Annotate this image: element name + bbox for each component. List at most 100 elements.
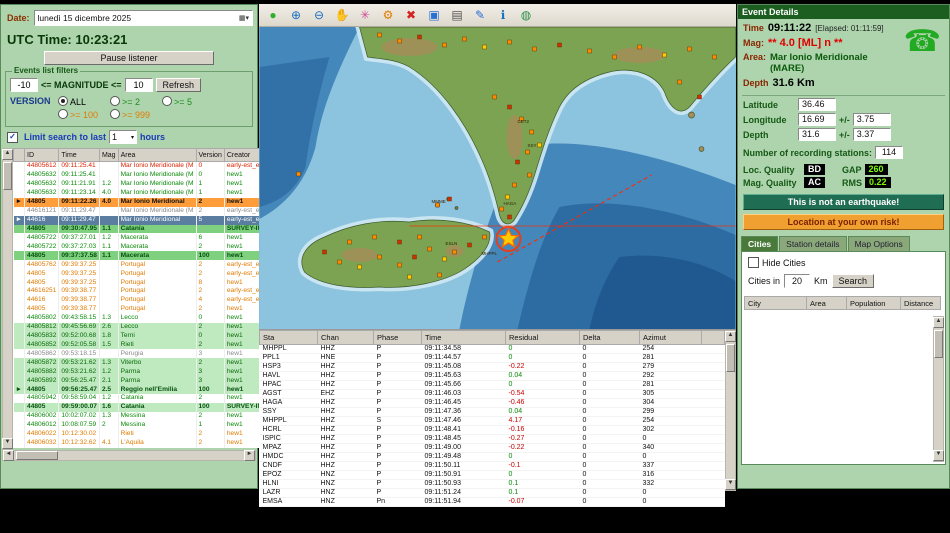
locate-own-risk-button[interactable]: Location at your own risk! [743,214,944,230]
edit-icon[interactable]: ✎ [470,5,490,25]
phone-icon[interactable]: ☎ [904,27,941,57]
cities-table-header[interactable]: City Area Population Distance [744,296,941,310]
event-row[interactable]: 44805 09:39:37.25 Portugal 8 hew1 [13,278,285,287]
pick-row[interactable]: SSY HHZ P 09:11:47.36 0.04 0 299 [259,407,725,417]
station-marker[interactable] [322,249,327,255]
station-marker[interactable] [397,38,402,44]
station-marker[interactable] [507,39,512,45]
pick-row[interactable]: HMDC HHZ P 09:11:49.48 0 0 0 [259,452,725,462]
event-row[interactable]: 44805892 09:56:25.47 2.1 Parma 3 hew1 [13,376,285,386]
station-marker[interactable] [507,104,512,110]
events-vertical-scrollbar[interactable]: ▲ ▼ [2,148,13,450]
station-marker[interactable] [482,234,487,240]
station-marker[interactable] [417,234,422,240]
station-marker[interactable] [467,242,472,248]
station-marker[interactable] [417,34,422,40]
station-marker[interactable] [527,172,532,178]
pick-row[interactable]: MPAZ HHZ P 09:11:49.00 -0.22 0 340 [259,443,725,453]
event-row[interactable]: 44805832 09:52:00.68 1.8 Terni 0 hew1 [13,331,285,341]
version-option[interactable]: >= 5 [162,96,214,107]
station-marker[interactable] [662,52,667,58]
event-row[interactable]: 44805612 09:11:25.41 Mar Ionio Meridionale… [13,161,285,171]
event-row[interactable]: 44805812 09:45:56.69 2.6 Lecco 2 hew1 [13,322,285,332]
print-icon[interactable]: ▤ [447,5,467,25]
station-marker[interactable] [427,246,432,252]
tab-station-details[interactable]: Station details [779,236,847,251]
station-marker[interactable] [337,259,342,265]
event-row[interactable]: 44805 09:37:37.58 1.1 Macerata 100 hew1 [13,251,285,261]
legend-icon[interactable]: ▣ [424,5,444,25]
station-marker[interactable] [507,214,512,220]
station-marker[interactable] [296,171,301,177]
calendar-dropdown-icon[interactable]: ▦▾ [239,14,249,22]
station-marker[interactable] [537,142,542,148]
events-horizontal-scrollbar[interactable]: ◄ ► [2,450,256,461]
magnitude-min-input[interactable] [10,78,38,92]
event-row[interactable]: 44805882 09:53:21.62 1.2 Parma 3 hew1 [13,367,285,377]
event-row[interactable]: 44806012 10:08:07.59 2 Messina 1 hew1 [13,420,285,430]
not-earthquake-button[interactable]: This is not an earthquake! [743,194,944,210]
station-marker[interactable] [377,32,382,38]
station-marker[interactable] [612,54,617,60]
pick-row[interactable]: HAVL HHZ P 09:11:45.63 0.04 0 292 [259,371,725,381]
event-row[interactable]: 44805 09:59:00.07 1.6 Catania 100 SURVEY-INGV… [13,402,285,412]
event-row[interactable]: 44806002 10:02:07.02 1.3 Messina 2 hew1 [13,411,285,421]
limit-hours-select[interactable]: 1 ▾ [109,130,138,144]
connect-icon[interactable]: ● [263,5,283,25]
station-marker[interactable] [397,239,402,245]
station-marker[interactable] [442,42,447,48]
station-marker[interactable] [499,206,504,212]
event-row[interactable]: 44805632 09:11:23.14 4.0 Mar Ionio Meridion… [13,188,285,198]
event-row[interactable]: 44805632 09:11:21.91 1.2 Mar Ionio Meridion… [13,179,285,189]
station-marker[interactable] [637,44,642,50]
station-marker[interactable] [397,262,402,268]
station-marker[interactable] [712,54,717,60]
station-marker[interactable] [512,182,517,188]
event-row[interactable]: 44805722 09:37:27.03 1.1 Macerata 2 hew1 [13,242,285,252]
event-row[interactable]: 44805862 09:53:18.15 Perugia 3 hew1 [13,349,285,359]
event-row[interactable]: 44805 09:39:38.77 Portugal 2 hew1 [13,304,285,314]
cities-radius-input[interactable]: 20 [784,274,811,288]
station-marker[interactable] [357,264,362,270]
tab-map-options[interactable]: Map Options [847,236,910,251]
station-marker[interactable] [557,42,562,48]
pick-row[interactable]: HAGA HHZ P 09:11:46.45 -0.46 0 304 [259,398,725,408]
stations-tool-icon[interactable]: ✳ [355,5,375,25]
pan-hand-icon[interactable]: ✋ [332,5,352,25]
magnitude-max-input[interactable] [124,78,153,92]
event-row[interactable]: 44805 09:39:37.25 Portugal 2 early-est_ee1.5 [13,269,285,279]
station-marker[interactable] [505,194,510,200]
date-picker[interactable]: lunedì 15 dicembre 2025 ▦▾ [33,10,253,26]
version-option[interactable]: >= 999 [110,109,162,120]
station-marker[interactable] [407,274,412,280]
station-marker[interactable] [529,129,534,135]
event-row[interactable]: 44805762 09:39:37.25 Portugal 2 early-est_ee… [13,260,285,270]
close-icon[interactable]: ✖ [401,5,421,25]
station-marker[interactable] [372,234,377,240]
map[interactable]: MHPPL CET2 ESLN MMME HAGA SSY [259,27,736,329]
station-marker[interactable] [447,196,452,202]
pick-row[interactable]: EMSA HNZ Pn 09:11:51.94 -0.07 0 0 [259,497,725,507]
info-icon[interactable]: ℹ [493,5,513,25]
station-marker[interactable] [442,256,447,262]
event-row[interactable]: 44805632 09:11:25.41 Mar Ionio Meridionale… [13,170,285,180]
tab-cities[interactable]: Cities [741,236,779,251]
settings-gear-icon[interactable]: ⚙ [378,5,398,25]
event-row[interactable]: ► 44805 09:56:25.47 2.5 Reggio nell'Emilia 10… [13,385,285,395]
event-row[interactable]: 44805722 09:37:27.01 1.2 Macerata 6 hew1 [13,233,285,243]
station-marker[interactable] [452,249,457,255]
version-option[interactable]: >= 100 [58,109,110,120]
pick-row[interactable]: MHPPL HHZ S 09:11:47.46 4.17 0 254 [259,416,725,426]
station-marker[interactable] [687,46,692,52]
station-marker[interactable] [532,46,537,52]
station-marker[interactable] [587,48,592,54]
zoom-out-icon[interactable]: ⊖ [309,5,329,25]
map-viewport[interactable]: MHPPL CET2 ESLN MMME HAGA SSY [259,27,736,329]
refresh-button[interactable]: Refresh [155,78,202,92]
cities-vertical-scrollbar[interactable]: ▲ ▼ [933,316,944,462]
pick-row[interactable]: HSP3 HHZ P 09:11:45.08 -0.22 0 279 [259,362,725,372]
event-row[interactable]: ► 44616 09:11:29.47 Mar Ionio Meridional 5 ea… [13,215,285,225]
station-marker[interactable] [697,94,702,100]
pick-row[interactable]: HLNI HNZ P 09:11:50.93 0.1 0 332 [259,479,725,489]
station-marker[interactable] [437,272,442,278]
